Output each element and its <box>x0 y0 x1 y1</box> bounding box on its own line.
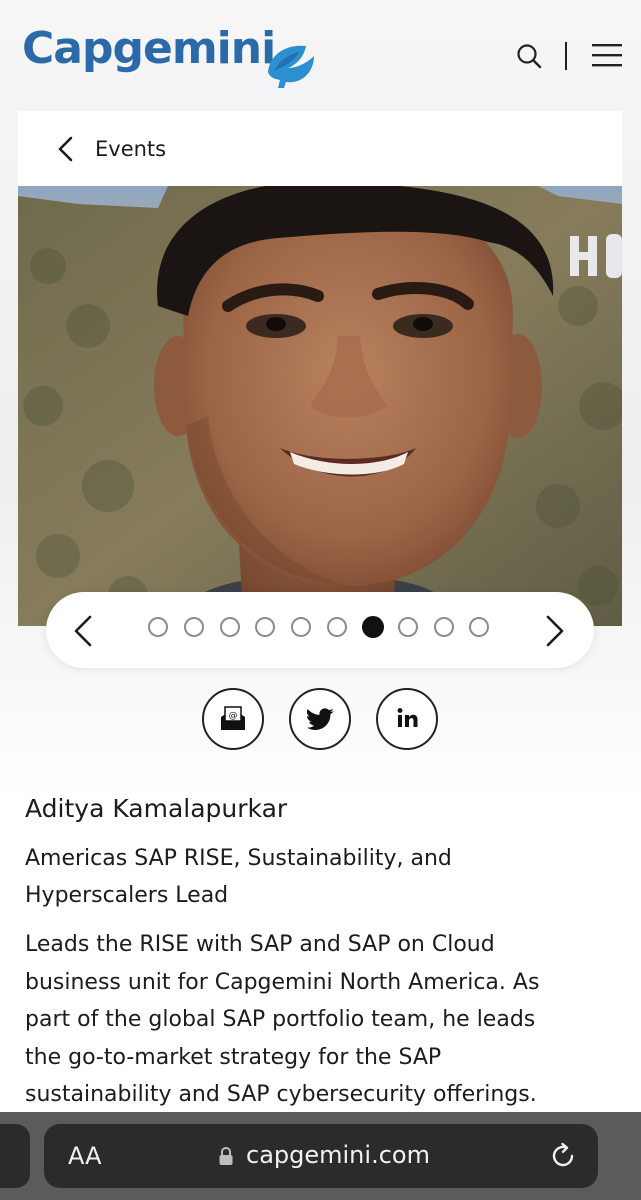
linkedin-icon <box>397 708 418 727</box>
url-text: capgemini.com <box>246 1141 430 1169</box>
back-link-label: Events <box>95 137 167 161</box>
bio-line: Leads the RISE with SAP and SAP on Cloud <box>25 932 495 957</box>
search-icon[interactable] <box>515 42 543 70</box>
share-twitter-button[interactable] <box>289 688 351 750</box>
bio-line: part of the global SAP portfolio team, h… <box>25 1007 536 1032</box>
svg-text:@: @ <box>229 711 238 721</box>
share-email-button[interactable]: @ <box>202 688 264 750</box>
header-divider <box>565 42 567 70</box>
carousel-dot[interactable] <box>255 617 275 637</box>
logo-text: Capgemini <box>22 23 276 74</box>
person-role: Americas SAP RISE, Sustainability, and H… <box>25 840 585 914</box>
address-bar[interactable]: AA capgemini.com <box>44 1124 598 1188</box>
spade-icon <box>268 45 314 88</box>
bio-line: the go-to-market strategy for the SAP <box>25 1044 442 1070</box>
speaker-photo <box>18 186 622 626</box>
bio-line: sustainability and SAP cybersecurity off… <box>25 1082 537 1107</box>
site-header: Capgemini <box>0 0 641 100</box>
carousel-dot[interactable] <box>291 617 311 637</box>
person-bio: Leads the RISE with SAP and SAP on Cloud… <box>25 926 600 1114</box>
carousel-dot[interactable] <box>220 617 240 637</box>
events-back-bar[interactable]: Events <box>18 111 622 186</box>
carousel-dot[interactable] <box>434 617 454 637</box>
carousel-dot[interactable] <box>327 617 347 637</box>
carousel-dot[interactable] <box>398 617 418 637</box>
reload-icon[interactable] <box>548 1141 578 1171</box>
text-size-button[interactable]: AA <box>68 1142 102 1170</box>
email-icon: @ <box>221 706 245 730</box>
twitter-icon <box>306 708 334 730</box>
share-linkedin-button[interactable] <box>376 688 438 750</box>
carousel-dot-active[interactable] <box>362 616 384 638</box>
text-size-label: AA <box>68 1142 102 1170</box>
role-line: Americas SAP RISE, Sustainability, and <box>25 846 452 871</box>
previous-tab-stub[interactable] <box>0 1124 30 1188</box>
chevron-left-icon <box>58 136 73 162</box>
menu-icon[interactable] <box>590 42 624 68</box>
lock-icon <box>219 1146 233 1165</box>
carousel-prev-icon[interactable] <box>72 614 94 648</box>
capgemini-logo[interactable]: Capgemini <box>22 20 314 88</box>
carousel-dots <box>148 616 498 643</box>
carousel-dot[interactable] <box>469 617 489 637</box>
role-line: Hyperscalers Lead <box>25 883 229 908</box>
carousel-controls <box>46 592 594 668</box>
portrait-image <box>18 186 622 626</box>
bio-line: business unit for Capgemini North Americ… <box>25 969 540 995</box>
browser-bottom-bar: AA capgemini.com <box>0 1112 641 1200</box>
person-name: Aditya Kamalapurkar <box>25 794 288 823</box>
carousel-dot[interactable] <box>148 617 168 637</box>
carousel-dot[interactable] <box>184 617 204 637</box>
carousel-next-icon[interactable] <box>544 614 566 648</box>
